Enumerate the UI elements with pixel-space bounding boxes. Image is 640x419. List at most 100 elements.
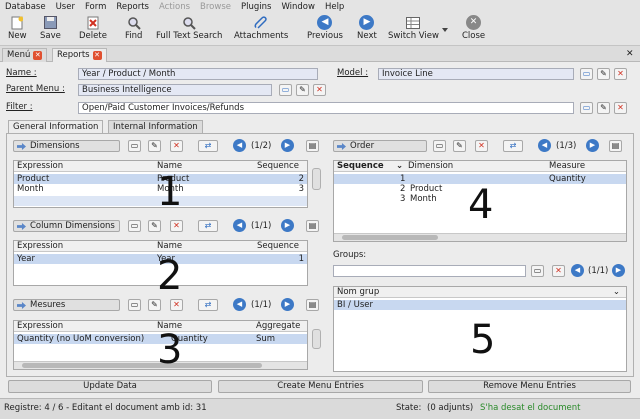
order-delete-icon[interactable]: ✕ [475,140,488,152]
previous-button[interactable]: ◀ Previous [307,15,343,41]
table-row[interactable]: BI / User [334,300,626,310]
groups-add-icon[interactable]: ▭ [531,265,544,277]
close-document-icon[interactable]: ✕ [626,49,634,59]
measures-edit-icon[interactable]: ✎ [148,299,161,311]
close-tab-icon[interactable]: ✕ [92,51,102,60]
measures-next-icon[interactable]: ▶ [281,298,294,311]
tab-general-information[interactable]: General Information [8,120,104,133]
col-sequence[interactable]: Sequence [337,161,384,171]
dimensions-next-icon[interactable]: ▶ [281,139,294,152]
dimensions-switch-view-icon[interactable]: ▤ [306,140,319,152]
col-group-name[interactable]: Nom grup [337,287,379,297]
menu-reports[interactable]: Reports [111,2,154,12]
menu-database[interactable]: Database [0,2,51,12]
tab-reports[interactable]: Reports ✕ [52,48,107,62]
column-dimensions-delete-icon[interactable]: ✕ [170,220,183,232]
fulltext-search-button[interactable]: Full Text Search [156,15,222,41]
measures-header[interactable]: Mesures [13,299,120,311]
create-menu-entries-button[interactable]: Create Menu Entries [218,380,423,393]
measures-switch-view-icon[interactable]: ▤ [306,299,319,311]
order-switch-view-icon[interactable]: ▤ [609,140,622,152]
groups-remove-icon[interactable]: ✕ [552,265,565,277]
col-expression[interactable]: Expression [17,321,63,331]
edit-model-icon[interactable]: ✎ [597,68,610,80]
dimensions-new-icon[interactable]: ▭ [128,140,141,152]
column-dimensions-switch-icon[interactable]: ⇄ [198,220,218,232]
col-sequence[interactable]: Sequence [257,241,299,251]
name-field[interactable]: Year / Product / Month [78,68,318,80]
edit-parent-icon[interactable]: ✎ [296,84,309,96]
col-expression[interactable]: Expression [17,161,63,171]
clear-model-icon[interactable]: ✕ [614,68,627,80]
dimensions-edit-icon[interactable]: ✎ [148,140,161,152]
order-hscrollbar[interactable] [334,233,626,241]
column-dimensions-header[interactable]: Column Dimensions [13,220,120,232]
col-measure[interactable]: Measure [549,161,585,171]
menu-plugins[interactable]: Plugins [236,2,276,12]
switch-view-dropdown[interactable] [442,25,448,35]
groups-previous-icon[interactable]: ◀ [571,264,584,277]
col-sequence[interactable]: Sequence [257,161,299,171]
order-previous-icon[interactable]: ◀ [538,139,551,152]
column-dimensions-edit-icon[interactable]: ✎ [148,220,161,232]
measures-new-icon[interactable]: ▭ [128,299,141,311]
dimensions-header[interactable]: Dimensions [13,140,120,152]
close-label: Close [462,31,486,41]
tab-menu[interactable]: Menú ✕ [2,48,48,62]
cell-sequence: 3 [400,194,406,204]
groups-next-icon[interactable]: ▶ [612,264,625,277]
col-dimension[interactable]: Dimension [408,161,453,171]
filter-field[interactable]: Open/Paid Customer Invoices/Refunds [78,102,574,114]
order-switch-icon[interactable]: ⇄ [503,140,523,152]
dimensions-previous-icon[interactable]: ◀ [233,139,246,152]
update-data-button[interactable]: Update Data [8,380,212,393]
cell-sequence: 3 [298,184,304,194]
dimensions-delete-icon[interactable]: ✕ [170,140,183,152]
order-new-icon[interactable]: ▭ [433,140,446,152]
column-dimensions-next-icon[interactable]: ▶ [281,219,294,232]
clear-parent-icon[interactable]: ✕ [313,84,326,96]
order-header[interactable]: Order [333,140,427,152]
switch-view-button[interactable]: Switch View [388,15,439,41]
dimensions-scrollbar[interactable] [312,168,321,190]
attachments-button[interactable]: Attachments [234,15,288,41]
open-model-icon[interactable]: ▭ [580,68,593,80]
measures-switch-icon[interactable]: ⇄ [198,299,218,311]
save-button[interactable]: Save [40,15,61,41]
col-expression[interactable]: Expression [17,241,63,251]
col-aggregate[interactable]: Aggregate [256,321,300,331]
find-button[interactable]: Find [125,15,142,41]
measures-scrollbar[interactable] [312,329,321,349]
open-parent-icon[interactable]: ▭ [279,84,292,96]
order-edit-icon[interactable]: ✎ [453,140,466,152]
menu-help[interactable]: Help [320,2,349,12]
remove-menu-entries-button[interactable]: Remove Menu Entries [428,380,631,393]
measures-previous-icon[interactable]: ◀ [233,298,246,311]
model-field[interactable]: Invoice Line [378,68,574,80]
open-filter-icon[interactable]: ▭ [580,102,593,114]
column-dimensions-previous-icon[interactable]: ◀ [233,219,246,232]
groups-search-input[interactable] [333,265,526,277]
tab-internal-information[interactable]: Internal Information [108,120,203,133]
menu-window[interactable]: Window [276,2,320,12]
next-button[interactable]: ▶ Next [357,15,377,41]
menu-form[interactable]: Form [80,2,111,12]
measures-delete-icon[interactable]: ✕ [170,299,183,311]
dimensions-switch-icon[interactable]: ⇄ [198,140,218,152]
column-dimensions-new-icon[interactable]: ▭ [128,220,141,232]
menu-user[interactable]: User [51,2,80,12]
close-tab-icon[interactable]: ✕ [33,51,43,60]
parent-menu-field[interactable]: Business Intelligence [78,84,272,96]
new-button[interactable]: New [8,15,27,41]
order-next-icon[interactable]: ▶ [586,139,599,152]
column-dimensions-counter: (1/1) [251,221,272,231]
record-status: Registre: 4 / 6 - Editant el document am… [4,403,207,413]
delete-button[interactable]: Delete [79,15,107,41]
close-icon: ✕ [466,15,482,30]
cell-measure: Quantity [549,174,586,184]
col-name[interactable]: Name [157,241,182,251]
edit-filter-icon[interactable]: ✎ [597,102,610,114]
column-dimensions-switch-view-icon[interactable]: ▤ [306,220,319,232]
close-button[interactable]: ✕ Close [462,15,485,41]
clear-filter-icon[interactable]: ✕ [614,102,627,114]
